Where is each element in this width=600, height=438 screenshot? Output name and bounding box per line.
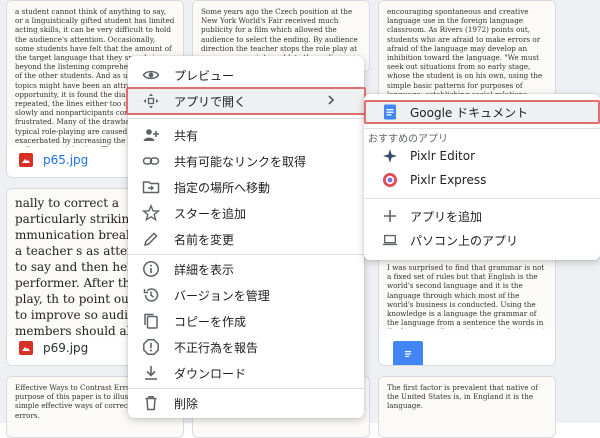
image-file-icon	[19, 341, 33, 355]
thumbnail-text: I was surprised to find that grammar is …	[387, 263, 545, 329]
file-name-row: p69.jpg	[19, 341, 88, 355]
menu-divider	[128, 388, 364, 389]
folder-move-icon	[142, 178, 160, 196]
menu-divider	[128, 254, 364, 255]
submenu-item-computer-apps[interactable]: パソコン上のアプリ	[364, 228, 600, 252]
image-file-icon	[19, 153, 33, 167]
history-icon	[142, 286, 160, 304]
menu-item-download[interactable]: ダウンロード	[128, 360, 364, 386]
plus-icon	[382, 208, 398, 224]
open-with-submenu: Google ドキュメント おすすめのアプリ Pixlr Editor Pixl…	[364, 94, 600, 260]
menu-item-make-copy[interactable]: コピーを作成	[128, 308, 364, 334]
highlight-box	[364, 100, 600, 124]
file-thumbnail: I was surprised to find that grammar is …	[379, 257, 555, 329]
trash-icon	[142, 394, 160, 412]
warning-icon	[142, 338, 160, 356]
menu-item-label: 共有可能なリンクを取得	[174, 154, 307, 169]
submenu-item-pixlr-editor[interactable]: Pixlr Editor	[364, 144, 600, 168]
submenu-item-pixlr-express[interactable]: Pixlr Express	[364, 168, 600, 192]
menu-item-share[interactable]: 共有	[128, 122, 364, 148]
info-icon	[142, 260, 160, 278]
submenu-item-label: パソコン上のアプリ	[410, 233, 519, 248]
menu-item-move-to[interactable]: 指定の場所へ移動	[128, 174, 364, 200]
context-menu: プレビュー アプリで開く 共有 共有可能なリンクを取得 指定の場所へ移動 スター…	[126, 56, 366, 418]
link-icon	[142, 152, 160, 170]
copy-icon	[142, 312, 160, 330]
laptop-icon	[382, 232, 398, 248]
file-name-row: p55	[393, 341, 423, 365]
menu-item-label: バージョンを管理	[174, 288, 270, 303]
submenu-item-label: Pixlr Editor	[410, 149, 476, 163]
file-name-row: p65.jpg	[19, 153, 88, 167]
menu-item-label: 指定の場所へ移動	[174, 180, 271, 195]
menu-divider	[128, 118, 364, 119]
menu-item-label: 削除	[174, 396, 199, 411]
menu-item-preview[interactable]: プレビュー	[128, 62, 364, 88]
file-name: p65.jpg	[43, 153, 89, 167]
menu-item-details[interactable]: 詳細を表示	[128, 256, 364, 282]
submenu-item-label: Pixlr Express	[410, 173, 487, 187]
thumbnail-text: The first factor is prevalent that nativ…	[387, 383, 538, 411]
submenu-item-add-app[interactable]: アプリを追加	[364, 204, 600, 228]
menu-item-get-link[interactable]: 共有可能なリンクを取得	[128, 148, 364, 174]
file-thumbnail: The first factor is prevalent that nativ…	[379, 377, 555, 437]
pixlr-editor-icon	[382, 148, 398, 164]
menu-item-report-abuse[interactable]: 不正行為を報告	[128, 334, 364, 360]
menu-item-remove[interactable]: 削除	[128, 390, 364, 416]
submenu-divider	[364, 198, 600, 199]
pixlr-express-icon	[382, 172, 398, 188]
docs-file-icon	[393, 341, 423, 365]
file-card-8[interactable]: The first factor is prevalent that nativ…	[378, 376, 556, 438]
menu-item-label: コピーを作成	[174, 314, 247, 329]
menu-item-label: 共有	[174, 128, 199, 143]
menu-item-label: プレビュー	[174, 68, 235, 83]
star-icon	[142, 204, 160, 222]
menu-item-label: 名前を変更	[174, 232, 235, 247]
menu-item-versions[interactable]: バージョンを管理	[128, 282, 364, 308]
highlight-box	[126, 87, 366, 115]
download-icon	[142, 364, 160, 382]
file-name: p69.jpg	[43, 341, 89, 355]
submenu-divider	[364, 128, 600, 129]
eye-icon	[142, 66, 160, 84]
submenu-item-label: アプリを追加	[410, 209, 483, 224]
menu-item-label: スターを追加	[174, 206, 247, 221]
menu-item-label: 詳細を表示	[174, 262, 235, 277]
file-card-p55[interactable]: I was surprised to find that grammar is …	[378, 256, 556, 366]
menu-item-label: ダウンロード	[174, 366, 247, 381]
menu-item-rename[interactable]: 名前を変更	[128, 226, 364, 252]
menu-item-add-star[interactable]: スターを追加	[128, 200, 364, 226]
add-person-icon	[142, 126, 160, 144]
pencil-icon	[142, 230, 160, 248]
section-header-recommended: おすすめのアプリ	[368, 134, 448, 145]
menu-item-label: 不正行為を報告	[174, 340, 259, 355]
